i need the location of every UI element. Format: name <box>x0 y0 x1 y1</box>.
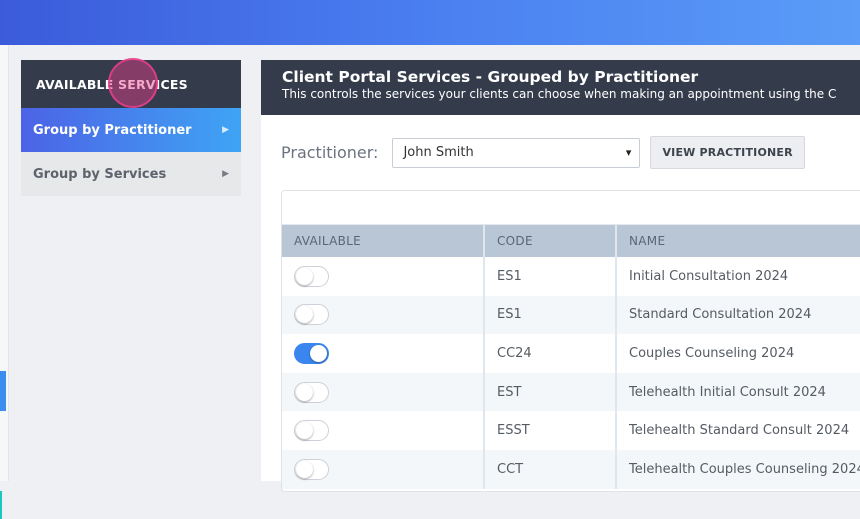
sidebar-title: AVAILABLE SERVICES <box>21 58 241 108</box>
table-header-row: AVAILABLE CODE NAME <box>282 225 860 257</box>
service-code: ES1 <box>484 257 617 296</box>
toggle-knob <box>310 344 327 362</box>
toggle-knob <box>296 267 313 285</box>
toggle-knob <box>296 460 313 478</box>
service-name: Telehealth Standard Consult 2024 <box>616 411 860 450</box>
service-code: EST <box>484 372 617 412</box>
table-toolbar <box>282 191 860 225</box>
availability-toggle[interactable] <box>294 420 329 442</box>
table-row: EST Telehealth Initial Consult 2024 <box>282 372 860 412</box>
chevron-right-icon: ▶ <box>222 169 229 179</box>
available-cell <box>282 372 485 412</box>
service-name: Telehealth Couples Counseling 2024 <box>616 449 860 489</box>
service-code: ESST <box>484 411 617 450</box>
page-title: Client Portal Services - Grouped by Prac… <box>282 68 699 86</box>
sidebar-item-group-by-practitioner[interactable]: Group by Practitioner ▶ <box>21 108 241 152</box>
services-table: AVAILABLE CODE NAME ES1 Initial Consultat… <box>282 225 860 489</box>
available-cell <box>282 257 485 296</box>
service-name: Couples Counseling 2024 <box>616 334 860 373</box>
available-cell <box>282 295 485 335</box>
sidebar-title-text: AVAILABLE SERVICES <box>36 76 188 92</box>
service-name: Telehealth Initial Consult 2024 <box>616 372 860 412</box>
availability-toggle[interactable] <box>294 458 329 480</box>
availability-toggle[interactable] <box>294 342 329 364</box>
column-header-code[interactable]: CODE <box>484 225 617 257</box>
column-header-available[interactable]: AVAILABLE <box>282 225 485 257</box>
top-navbar <box>0 0 860 45</box>
table-row: ES1 Initial Consultation 2024 <box>282 257 860 296</box>
chevron-down-icon: ▾ <box>625 146 632 159</box>
main-panel: Client Portal Services - Grouped by Prac… <box>261 60 860 492</box>
available-cell <box>282 449 485 489</box>
practitioner-select[interactable]: John Smith ▾ <box>392 137 641 168</box>
services-table-card: AVAILABLE CODE NAME ES1 Initial Consultat… <box>281 190 860 492</box>
practitioner-label: Practitioner: <box>281 143 379 162</box>
toggle-knob <box>296 422 313 440</box>
availability-toggle[interactable] <box>294 381 329 403</box>
toggle-knob <box>296 383 313 401</box>
service-code: CCT <box>484 449 617 489</box>
view-practitioner-button[interactable]: VIEW PRACTITIONER <box>650 136 805 169</box>
app-left-rail <box>0 45 9 519</box>
availability-toggle[interactable] <box>294 265 329 287</box>
service-name: Initial Consultation 2024 <box>616 257 860 296</box>
practitioner-filter: Practitioner: John Smith ▾ VIEW PRACTITI… <box>281 136 805 169</box>
service-name: Standard Consultation 2024 <box>616 295 860 335</box>
toggle-knob <box>296 306 313 324</box>
service-code: ES1 <box>484 295 617 335</box>
rail-active-indicator <box>0 371 6 411</box>
practitioner-select-value: John Smith <box>403 145 474 160</box>
table-row: CCT Telehealth Couples Counseling 2024 <box>282 449 860 489</box>
page-subtitle: This controls the services your clients … <box>282 87 837 101</box>
chevron-right-icon: ▶ <box>222 125 229 135</box>
table-row: CC24 Couples Counseling 2024 <box>282 334 860 373</box>
column-header-name[interactable]: NAME <box>616 225 860 257</box>
availability-toggle[interactable] <box>294 304 329 326</box>
panel-header: Client Portal Services - Grouped by Prac… <box>261 60 860 115</box>
table-row: ES1 Standard Consultation 2024 <box>282 295 860 335</box>
rail-indicator <box>0 491 2 519</box>
available-cell <box>282 411 485 450</box>
table-row: ESST Telehealth Standard Consult 2024 <box>282 411 860 450</box>
sidebar-item-label: Group by Services <box>33 166 167 182</box>
available-cell <box>282 334 485 373</box>
services-sidebar: AVAILABLE SERVICES Group by Practitioner… <box>21 58 241 196</box>
sidebar-item-group-by-services[interactable]: Group by Services ▶ <box>21 152 241 196</box>
sidebar-item-label: Group by Practitioner <box>33 122 192 138</box>
service-code: CC24 <box>484 334 617 373</box>
